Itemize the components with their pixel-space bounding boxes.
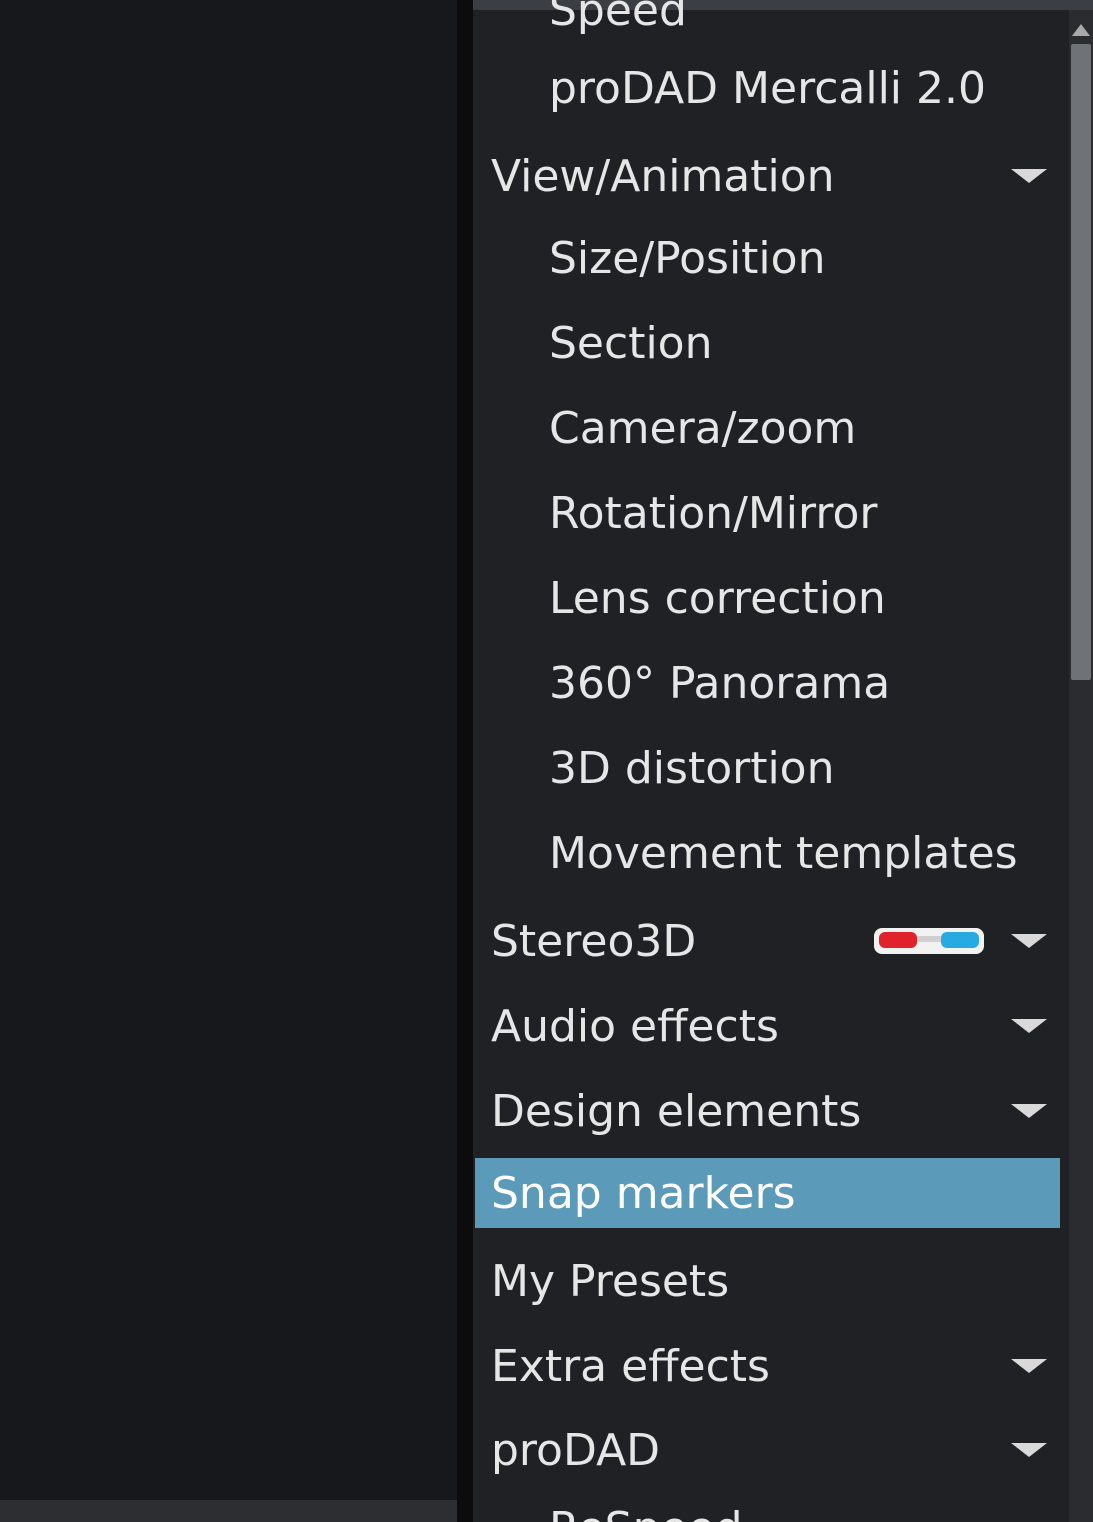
list-item-label: Speed [549,0,687,36]
category-label: proDAD [491,1424,661,1476]
list-item-speed[interactable]: Speed [473,0,1061,46]
list-item-label: Movement templates [549,827,1018,879]
list-item-my-presets[interactable]: My Presets [473,1245,1061,1317]
category-label: Audio effects [491,1000,779,1052]
list-item-label: Rotation/Mirror [549,487,878,539]
category-label: Extra effects [491,1340,770,1392]
effects-list: Speed proDAD Mercalli 2.0 View/Animation… [473,0,1061,1522]
list-item-movement-templates[interactable]: Movement templates [473,817,1061,889]
list-item-label: 360° Panorama [549,657,891,709]
list-item-label: Snap markers [491,1167,796,1219]
list-item-rotation-mirror[interactable]: Rotation/Mirror [473,477,1061,549]
category-view-animation[interactable]: View/Animation [473,140,1061,212]
scrollbar-thumb[interactable] [1071,44,1091,680]
list-item-label: Size/Position [549,232,826,284]
editor-window: Speed proDAD Mercalli 2.0 View/Animation… [0,0,1093,1522]
category-label: Stereo3D [491,915,697,967]
list-item-snap-markers[interactable]: Snap markers [475,1158,1060,1228]
list-item-size-position[interactable]: Size/Position [473,222,1061,294]
list-item-3d-distortion[interactable]: 3D distortion [473,732,1061,804]
list-item-label: My Presets [491,1255,730,1307]
scroll-up-arrow-icon[interactable] [1072,24,1090,36]
list-item-label: Lens correction [549,572,886,624]
pane-divider[interactable] [457,0,473,1522]
list-item-respeed[interactable]: ReSpeed [473,1492,1061,1522]
preview-area [0,0,457,1522]
list-item-section[interactable]: Section [473,307,1061,379]
vertical-scrollbar[interactable] [1069,10,1093,1522]
preview-bottom-bar [0,1500,457,1522]
list-item-label: Section [549,317,713,369]
list-item-label: Camera/zoom [549,402,857,454]
category-audio-effects[interactable]: Audio effects [473,990,1061,1062]
chevron-down-icon[interactable] [1011,169,1047,183]
category-prodad[interactable]: proDAD [473,1414,1061,1486]
chevron-down-icon[interactable] [1011,1443,1047,1457]
category-extra-effects[interactable]: Extra effects [473,1330,1061,1402]
list-item-lens-correction[interactable]: Lens correction [473,562,1061,634]
list-item-label: 3D distortion [549,742,835,794]
category-label: View/Animation [491,150,835,202]
category-design-elements[interactable]: Design elements [473,1075,1061,1147]
chevron-down-icon[interactable] [1011,1359,1047,1373]
list-item-360-panorama[interactable]: 360° Panorama [473,647,1061,719]
list-item-prodad-mercalli[interactable]: proDAD Mercalli 2.0 [473,52,1061,124]
list-item-camera-zoom[interactable]: Camera/zoom [473,392,1061,464]
category-stereo3d[interactable]: Stereo3D [473,905,1061,977]
list-item-label: ReSpeed [549,1503,743,1522]
chevron-down-icon[interactable] [1011,1019,1047,1033]
list-item-label: proDAD Mercalli 2.0 [549,62,986,114]
effects-panel: Speed proDAD Mercalli 2.0 View/Animation… [473,0,1093,1522]
chevron-down-icon[interactable] [1011,1104,1047,1118]
category-label: Design elements [491,1085,862,1137]
anaglyph-glasses-icon [874,928,984,954]
chevron-down-icon[interactable] [1011,934,1047,948]
